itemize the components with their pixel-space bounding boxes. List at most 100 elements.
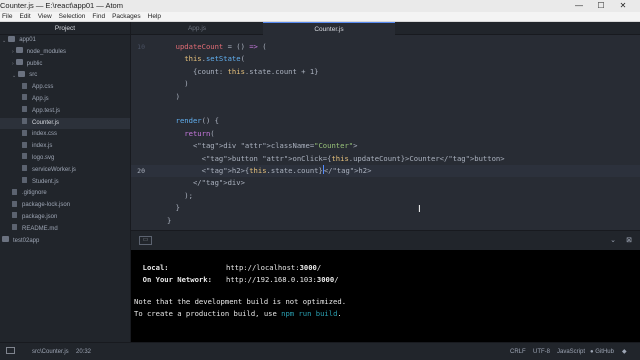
folder-icon — [15, 47, 23, 54]
git-icon: ◆ — [622, 349, 627, 355]
tree-item-label: App.test.js — [32, 107, 61, 114]
close-terminal-icon[interactable]: ⊠ — [623, 235, 635, 246]
tree-item-label: .gitignore — [22, 190, 47, 197]
code-line[interactable]: ) — [131, 91, 640, 103]
menu-view[interactable]: View — [38, 12, 52, 22]
tree-item-package-lock-json[interactable]: package-lock.json — [0, 200, 130, 212]
tree-item-src[interactable]: ⌄ src — [0, 70, 130, 82]
code-line[interactable]: 20 <"tag">h2>{this.state.count}</"tag">h… — [131, 165, 640, 178]
terminal-icon[interactable]: ▭ — [139, 236, 152, 245]
code-line[interactable]: ) — [131, 78, 640, 90]
folder-icon — [8, 35, 16, 42]
tree-item-label: App.css — [32, 84, 54, 91]
code-line[interactable] — [131, 103, 640, 115]
file-icon — [22, 141, 27, 148]
code-line[interactable]: return( — [131, 128, 640, 140]
line-number: 20 — [137, 167, 145, 175]
text-cursor-icon: I — [418, 204, 421, 215]
tree-item-test02app[interactable]: test02app — [0, 236, 130, 248]
term-network-line: On Your Network: http://192.168.0.103:300… — [134, 275, 339, 285]
tree-item-index-css[interactable]: index.css — [0, 129, 130, 141]
code-line[interactable]: } — [131, 215, 640, 227]
term-local-url: http://localhost:3000/ — [226, 263, 321, 273]
menu-help[interactable]: Help — [148, 12, 161, 22]
status-encoding[interactable]: UTF-8 — [533, 343, 550, 360]
tab-app-js[interactable]: App.js — [131, 22, 263, 35]
tree-item-package-json[interactable]: package.json — [0, 212, 130, 224]
tree-item-student-js[interactable]: Student.js — [0, 177, 130, 189]
code-text: } — [167, 203, 180, 213]
code-text: this.setState( — [184, 54, 245, 64]
code-line[interactable]: </"tag">div> — [131, 177, 640, 189]
tree-item-node-modules[interactable]: › node_modules — [0, 47, 130, 59]
tree-item-label: test02app — [13, 237, 40, 244]
code-text: <"tag">h2>{this.state.count}</"tag">h2> — [167, 165, 372, 175]
file-icon — [22, 82, 27, 89]
code-text: <"tag">div "attr">className="Counter"> — [167, 141, 358, 151]
folder-icon — [15, 59, 23, 66]
tree-item-label: app01 — [19, 37, 36, 43]
file-icon — [12, 224, 17, 231]
tree-item-app01[interactable]: ⌄ app01 — [0, 35, 130, 47]
folder-icon — [18, 70, 26, 77]
chevron-down-icon[interactable]: ⌄ — [607, 235, 619, 246]
minimize-button[interactable]: — — [570, 0, 588, 12]
code-line[interactable]: <"tag">div "attr">className="Counter"> — [131, 140, 640, 152]
status-bar: src\Counter.js 20:32 CRLF UTF-8 JavaScri… — [0, 342, 640, 360]
file-icon — [22, 94, 27, 101]
code-line[interactable]: ); — [131, 190, 640, 202]
tree-item-label: logo.svg — [32, 154, 55, 161]
code-line[interactable]: this.setState( — [131, 53, 640, 65]
term-build-prefix: To create a production build, use — [134, 309, 282, 318]
tab-bar: App.js Counter.js — [131, 22, 640, 35]
tree-item-gitignore[interactable]: .gitignore — [0, 188, 130, 200]
term-note-line: Note that the development build is not o… — [134, 297, 347, 306]
term-network-suffix: / — [334, 275, 339, 284]
status-git[interactable]: ◆ — [622, 343, 627, 360]
close-button[interactable]: ✕ — [614, 0, 632, 12]
code-text: </"tag">div> — [167, 178, 245, 188]
term-local-suffix: / — [316, 263, 322, 272]
menu-edit[interactable]: Edit — [19, 12, 30, 22]
tree-rows: ⌄ app01 › node_modules › public ⌄ src App.css App… — [0, 35, 130, 247]
status-file-path[interactable]: src\Counter.js — [32, 343, 69, 360]
tree-item-index-js[interactable]: index.js — [0, 141, 130, 153]
menu-packages[interactable]: Packages — [112, 12, 141, 22]
status-line-ending[interactable]: CRLF — [510, 343, 526, 360]
code-editor[interactable]: 10 updateCount = () => ( this.setState( … — [131, 35, 640, 230]
status-grammar[interactable]: JavaScript — [557, 343, 585, 360]
tree-header: Project — [0, 22, 130, 35]
term-network-prefix: http://192.168.0.103: — [226, 275, 317, 284]
file-icon — [22, 165, 27, 172]
status-file-icon[interactable] — [6, 343, 15, 360]
code-line[interactable]: <"tag">button "attr">onClick={this.updat… — [131, 153, 640, 165]
tree-item-serviceworker-js[interactable]: serviceWorker.js — [0, 165, 130, 177]
tree-item-public[interactable]: › public — [0, 59, 130, 71]
code-line[interactable]: render() { — [131, 115, 640, 127]
code-line[interactable]: 10 updateCount = () => ( — [131, 41, 640, 53]
code-text: updateCount = () => ( — [175, 42, 267, 51]
menu-selection[interactable]: Selection — [59, 12, 86, 22]
file-icon — [22, 118, 27, 125]
tree-item-logo-svg[interactable]: logo.svg — [0, 153, 130, 165]
tree-item-readme-md[interactable]: README.md — [0, 224, 130, 236]
code-text: {count: this.state.count + 1} — [167, 66, 319, 76]
status-cursor-position[interactable]: 20:32 — [76, 343, 91, 360]
tree-item-counter-js[interactable]: Counter.js — [0, 117, 130, 130]
code-line[interactable]: } — [131, 202, 640, 214]
file-icon — [22, 129, 27, 136]
menu-bar: File Edit View Selection Find Packages Help — [0, 12, 640, 22]
terminal-toolbar: ▭ ⌄ ⊠ — [131, 230, 640, 250]
maximize-button[interactable]: ☐ — [592, 0, 610, 12]
tree-item-label: Student.js — [32, 178, 59, 185]
status-github[interactable]: ● GitHub — [590, 343, 614, 360]
tree-item-app-test-js[interactable]: App.test.js — [0, 106, 130, 118]
tab-counter-js[interactable]: Counter.js — [263, 22, 395, 35]
terminal-panel[interactable]: Local: http://localhost:3000/ On Your Net… — [131, 250, 640, 342]
menu-file[interactable]: File — [2, 12, 12, 22]
file-icon — [12, 212, 17, 219]
code-line[interactable]: {count: this.state.count + 1} — [131, 66, 640, 78]
tree-item-app-css[interactable]: App.css — [0, 82, 130, 94]
menu-find[interactable]: Find — [92, 12, 105, 22]
tree-item-app-js[interactable]: App.js — [0, 94, 130, 106]
